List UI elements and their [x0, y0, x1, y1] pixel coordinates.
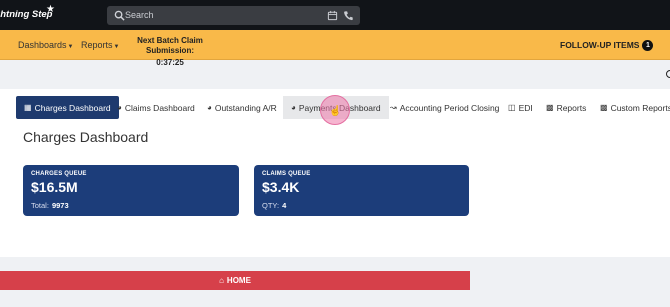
line-chart-icon: ↝ — [390, 103, 397, 112]
calendar-icon[interactable] — [327, 10, 338, 21]
pointer-hand-icon: ☝ — [329, 106, 342, 117]
followup-items[interactable]: FOLLOW-UP ITEMS 1 — [560, 40, 654, 52]
tab-label: EDI — [518, 102, 533, 113]
nav-reports[interactable]: Reports▼ — [81, 40, 119, 50]
stat-value: $16.5M — [31, 179, 78, 195]
file-icon: ◫ — [508, 103, 516, 112]
home-icon: ⌂ — [219, 276, 224, 285]
stat-sub-value: 9973 — [51, 201, 69, 210]
tab-label: Accounting Period Closing — [399, 102, 500, 113]
search-input[interactable]: Search — [125, 10, 154, 20]
stat-sub-label: QTY: — [262, 201, 280, 210]
search-bar[interactable]: Search — [107, 6, 360, 25]
tab-claims-dashboard[interactable]: ◕ Claims Dashboard — [117, 96, 195, 119]
tab-label: Outstanding A/R — [214, 102, 277, 113]
dashboard-icon: ◕ — [291, 103, 296, 112]
page-title: Charges Dashboard — [23, 129, 149, 145]
dashboard-icon: ◕ — [117, 103, 122, 112]
batch-label: Next Batch Claim Submission: — [137, 36, 203, 55]
dashboard-icon: ◕ — [207, 103, 212, 112]
tab-label: Reports — [556, 102, 587, 113]
tab-label: Custom Reports — [610, 102, 670, 113]
tab-edi[interactable]: ◫ EDI — [508, 96, 533, 119]
followup-count-badge: 1 — [642, 40, 654, 52]
nav-dashboards-label: Dashboards — [18, 40, 67, 50]
favorite-star-icon[interactable]: ★ — [46, 5, 55, 15]
tab-label: Charges Dashboard — [34, 102, 111, 113]
home-button[interactable]: ⌂ HOME — [0, 271, 470, 290]
stat-sub: QTY: 4 — [262, 201, 286, 210]
followup-label: FOLLOW-UP ITEMS — [560, 40, 640, 50]
stat-sub-label: Total: — [31, 201, 49, 210]
search-icon — [114, 10, 125, 21]
table-icon: ▦ — [24, 103, 32, 112]
brand-name[interactable]: Lightning Step — [0, 9, 53, 20]
batch-time: 0:37:25 — [156, 58, 184, 67]
stat-label: CHARGES QUEUE — [31, 171, 87, 177]
nav-dashboards[interactable]: Dashboards▼ — [18, 40, 73, 50]
tab-label: Claims Dashboard — [124, 102, 195, 113]
charges-queue-card[interactable]: CHARGES QUEUE $16.5M Total: 9973 — [23, 165, 239, 216]
main-nav-bar: Dashboards▼ Reports▼ Next Batch Claim Su… — [0, 30, 670, 78]
stat-sub-value: 4 — [282, 201, 287, 210]
stat-label: CLAIMS QUEUE — [262, 171, 311, 177]
bar-chart-icon: ▩ — [546, 103, 554, 112]
home-label: HOME — [226, 276, 251, 285]
user-menu-icon[interactable] — [666, 70, 670, 78]
phone-icon[interactable] — [343, 10, 354, 21]
batch-submission-timer: Next Batch Claim Submission: 0:37:25 — [118, 36, 222, 68]
claims-queue-card[interactable]: CLAIMS QUEUE $3.4K QTY: 4 — [254, 165, 469, 216]
caret-down-icon: ▼ — [67, 44, 74, 50]
tab-reports[interactable]: ▩ Reports — [546, 96, 586, 119]
tab-accounting-period-closing[interactable]: ↝ Accounting Period Closing — [390, 96, 499, 119]
stat-value: $3.4K — [262, 179, 300, 195]
bar-chart-icon: ▩ — [600, 103, 608, 112]
tab-custom-reports[interactable]: ▩ Custom Reports — [600, 96, 670, 119]
top-bar: Lightning Step ★ Search — [0, 0, 670, 30]
tab-charges-dashboard[interactable]: ▦ Charges Dashboard — [16, 96, 119, 119]
stat-sub: Total: 9973 — [31, 201, 69, 210]
tab-outstanding-ar[interactable]: ◕ Outstanding A/R — [207, 96, 277, 119]
nav-reports-label: Reports — [81, 40, 113, 50]
